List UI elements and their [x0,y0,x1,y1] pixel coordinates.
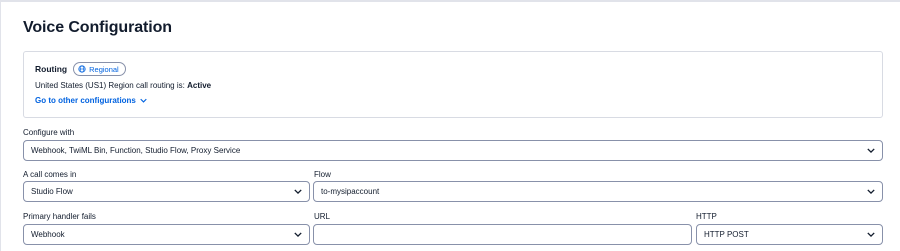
call-comes-in-label: A call comes in [23,170,77,179]
flow-label: Flow [314,170,331,179]
chevron-down-icon [867,148,875,153]
chevron-down-icon [294,189,302,194]
configure-with-label: Configure with [23,128,75,137]
routing-label: Routing [35,64,68,74]
http-method-select[interactable]: HTTP POST [696,224,883,245]
http-label: HTTP [696,212,717,221]
call-comes-in-value: Studio Flow [31,187,73,196]
routing-card: Routing Regional United States (US1) Reg… [23,51,883,118]
globe-icon [78,65,86,73]
configure-with-value: Webhook, TwiML Bin, Function, Studio Flo… [31,146,241,155]
routing-status-value: Active [187,81,212,90]
configure-with-select[interactable]: Webhook, TwiML Bin, Function, Studio Flo… [23,140,883,161]
chevron-down-icon [867,189,875,194]
page-title: Voice Configuration [23,19,172,36]
page-top-border [0,0,900,2]
primary-handler-select[interactable]: Webhook [23,224,310,245]
other-configurations-link[interactable]: Go to other configurations [35,96,147,105]
chevron-down-icon [294,232,302,237]
chevron-down-icon [140,98,147,103]
url-label: URL [314,212,331,221]
routing-header: Routing Regional [35,62,126,76]
call-comes-in-select[interactable]: Studio Flow [23,181,310,202]
primary-handler-label: Primary handler fails [23,212,96,221]
other-configurations-link-label: Go to other configurations [35,96,136,105]
regional-badge: Regional [73,62,126,76]
flow-value: to-mysipaccount [321,187,380,196]
url-input[interactable] [313,224,692,245]
http-method-value: HTTP POST [704,230,749,239]
chevron-down-icon [867,232,875,237]
page-left-border [0,0,1,251]
primary-handler-value: Webhook [31,230,65,239]
routing-status-text: United States (US1) Region call routing … [35,81,185,90]
flow-select[interactable]: to-mysipaccount [313,181,883,202]
regional-badge-label: Regional [89,64,119,74]
routing-status: United States (US1) Region call routing … [35,81,211,90]
